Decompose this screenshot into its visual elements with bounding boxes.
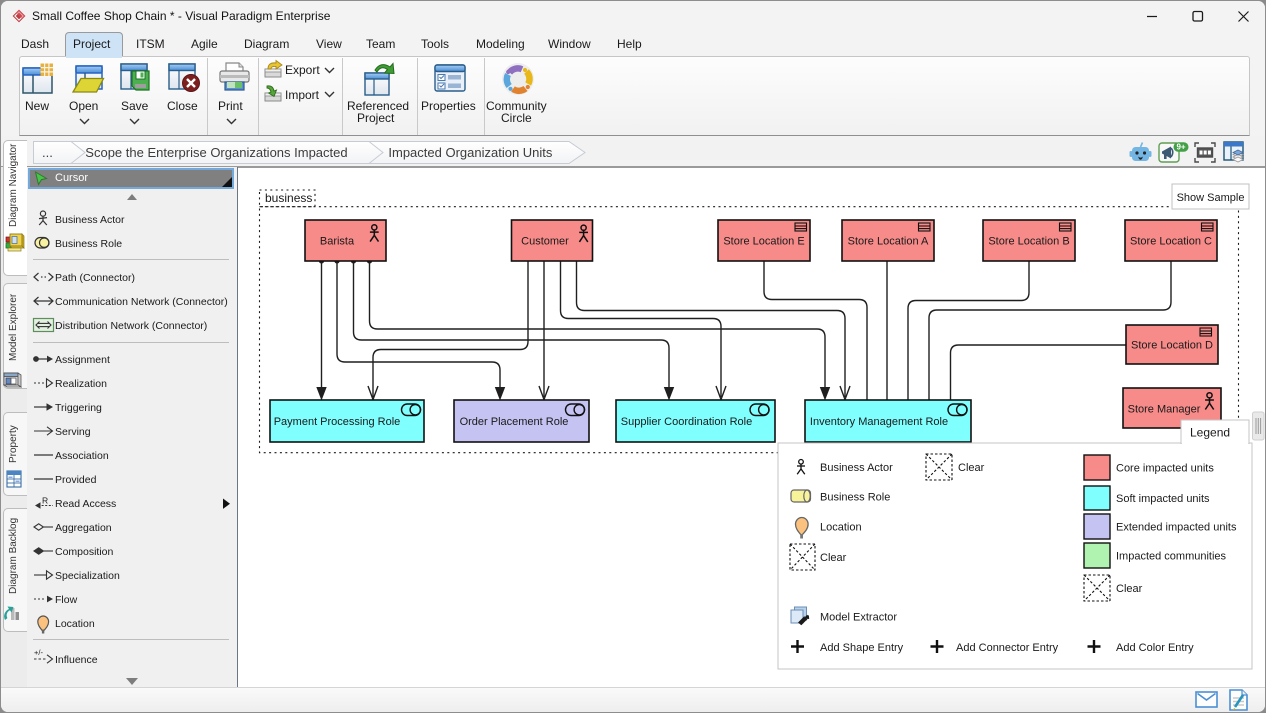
svg-text:9+: 9+ [1176,143,1185,152]
svg-text:Business Role: Business Role [820,492,890,504]
svg-text:...: ... [42,145,53,160]
svg-text:Add Connector Entry: Add Connector Entry [956,642,1059,654]
svg-text:Business Actor: Business Actor [55,214,125,226]
svg-text:Model Extractor: Model Extractor [820,612,897,624]
svg-text:Soft impacted units: Soft impacted units [1116,493,1210,505]
svg-text:Triggering: Triggering [55,402,102,414]
svg-text:business: business [265,191,312,205]
svg-text:Impacted communities: Impacted communities [1116,551,1227,563]
svg-text:Read Access: Read Access [55,498,116,510]
svg-text:Location: Location [55,618,95,630]
svg-text:Store Manager: Store Manager [1128,404,1201,416]
svg-text:Clear: Clear [820,552,847,564]
svg-text:Scope the Enterprise Organizat: Scope the Enterprise Organizations Impac… [85,145,347,160]
svg-text:Show Sample: Show Sample [1177,192,1245,204]
svg-text:Business Actor: Business Actor [820,462,893,474]
svg-text:Add Color Entry: Add Color Entry [1116,642,1194,654]
svg-text:Add Shape Entry: Add Shape Entry [820,642,904,654]
svg-text:Flow: Flow [55,594,78,606]
svg-text:Clear: Clear [1116,583,1143,595]
svg-text:Impacted Organization Units: Impacted Organization Units [388,145,553,160]
svg-text:Path (Connector): Path (Connector) [55,272,135,284]
svg-text:Store Location C: Store Location C [1130,236,1212,248]
svg-text:Provided: Provided [55,474,97,486]
svg-text:Inventory Management Role: Inventory Management Role [810,416,948,428]
svg-text:Supplier Coordination Role: Supplier Coordination Role [621,416,752,428]
svg-text:Store Location B: Store Location B [988,236,1069,248]
svg-text:Association: Association [55,450,109,462]
svg-text:Serving: Serving [55,426,91,438]
svg-text:Store Location D: Store Location D [1131,340,1213,352]
svg-text:Business Role: Business Role [55,238,122,250]
svg-text:Customer: Customer [521,236,569,248]
svg-text:Store Location E: Store Location E [723,236,804,248]
svg-text:Payment Processing Role: Payment Processing Role [274,416,401,428]
svg-text:Distribution Network (Connecto: Distribution Network (Connector) [55,320,207,332]
svg-text:Composition: Composition [55,546,114,558]
svg-text:Specialization: Specialization [55,570,120,582]
svg-text:Clear: Clear [958,462,985,474]
svg-text:Realization: Realization [55,378,107,390]
svg-text:Extended impacted units: Extended impacted units [1116,522,1237,534]
svg-text:Location: Location [820,522,862,534]
svg-text:Order Placement Role: Order Placement Role [460,416,569,428]
svg-text:Barista: Barista [320,236,355,248]
svg-text:Assignment: Assignment [55,354,110,366]
svg-text:+/-: +/- [34,648,43,657]
svg-text:Aggregation: Aggregation [55,522,112,534]
svg-text:Communication Network (Connect: Communication Network (Connector) [55,296,228,308]
svg-text:Influence: Influence [55,654,98,666]
svg-text:Legend: Legend [1190,426,1230,440]
svg-text:Core impacted units: Core impacted units [1116,463,1214,475]
svg-text:R: R [42,496,48,506]
svg-text:Store Location A: Store Location A [848,236,929,248]
